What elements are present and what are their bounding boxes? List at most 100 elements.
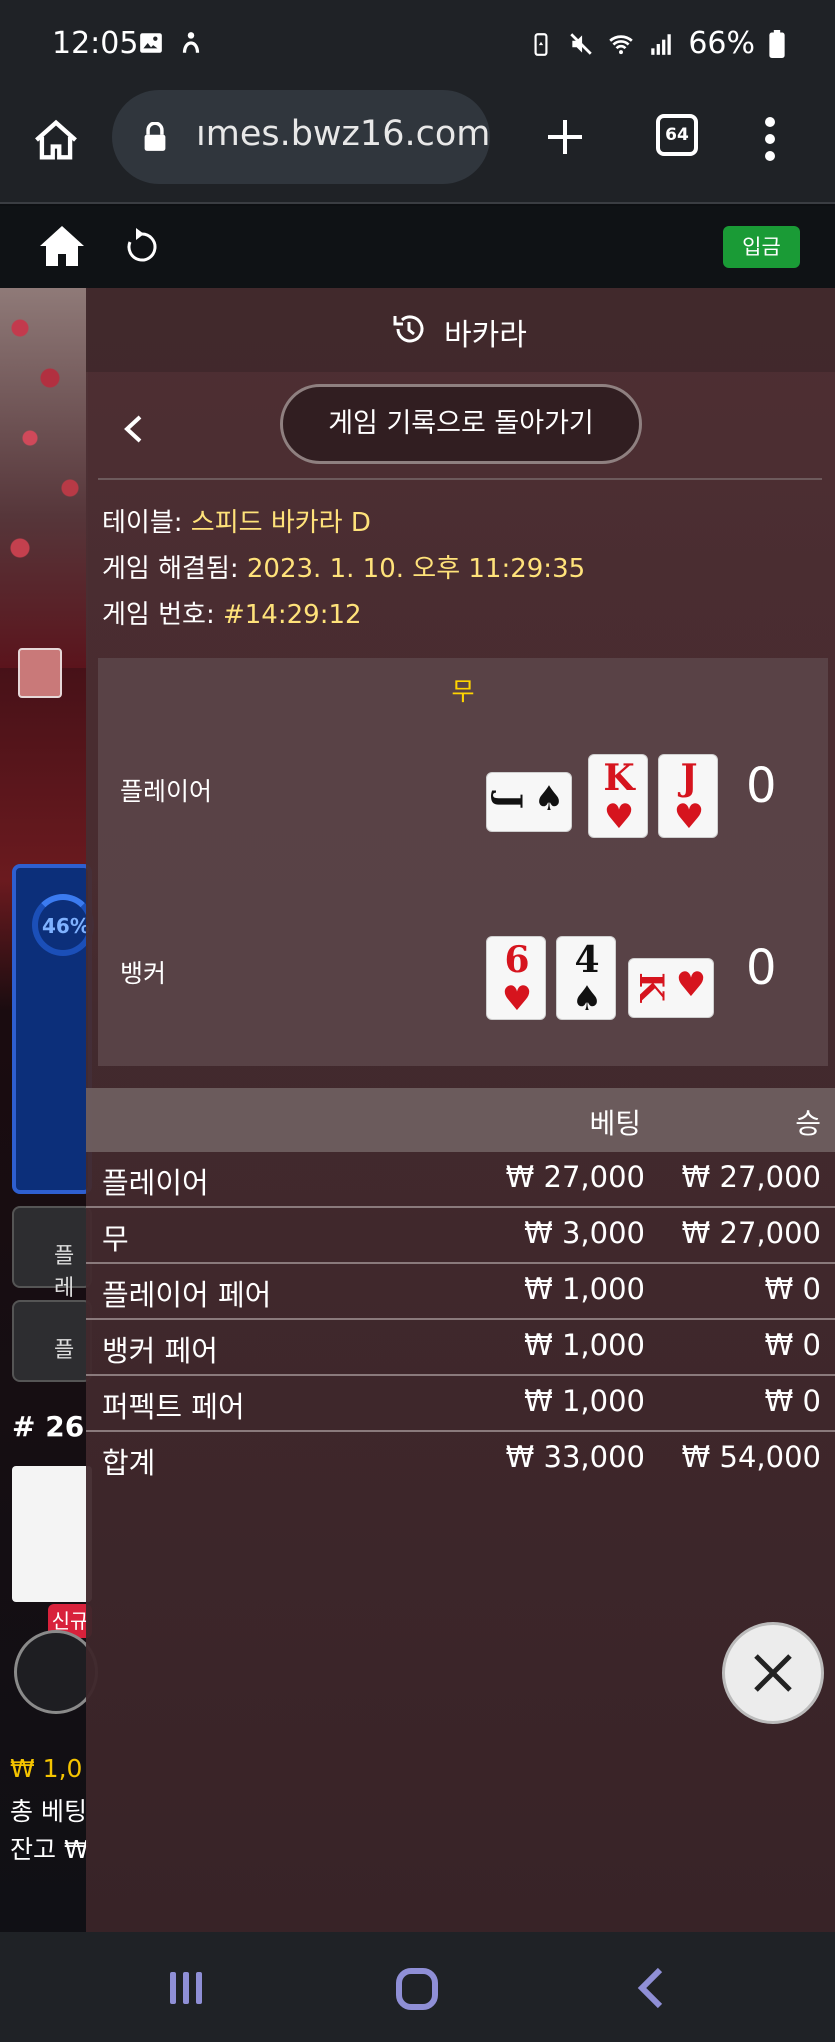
bet-row: 무 ₩ 3,000 ₩ 27,000 xyxy=(86,1208,835,1264)
bet-amount: ₩ 1,000 xyxy=(524,1272,645,1306)
bet-amount: ₩ 1,000 xyxy=(524,1384,645,1418)
browser-home-icon[interactable] xyxy=(30,114,82,166)
game-number-label: 게임 번호: xyxy=(102,600,215,630)
history-icon xyxy=(393,315,424,343)
card-suit: ♠ xyxy=(533,779,565,819)
bet-amount: ₩ 1,000 xyxy=(524,1328,645,1362)
game-history-panel: 바카라 게임 기록으로 돌아가기 테이블: 스피드 바카라 D 게임 해결됨: … xyxy=(86,288,835,1932)
card-suit: ♥ xyxy=(603,797,635,837)
browser-toolbar: ımes.bwz16.com 64 xyxy=(0,90,835,204)
bg-balance: ₩ 1,0 xyxy=(10,1754,83,1783)
bet-row: 뱅커 페어 ₩ 1,000 ₩ 0 xyxy=(86,1320,835,1376)
bet-amount: ₩ 3,000 xyxy=(524,1216,645,1250)
back-to-history-button[interactable]: 게임 기록으로 돌아가기 xyxy=(280,384,642,464)
playing-card: K ♥ xyxy=(628,958,714,1018)
chevron-left-icon[interactable] xyxy=(122,414,144,444)
bg-cash: 잔고 ₩ xyxy=(10,1835,89,1864)
banker-score: 0 xyxy=(746,940,777,996)
bet-name: 플레이어 페어 xyxy=(102,1278,272,1312)
resolved-label: 게임 해결됨: xyxy=(102,554,239,584)
new-tab-icon[interactable] xyxy=(540,112,590,162)
bet-row: 퍼펙트 페어 ₩ 1,000 ₩ 0 xyxy=(86,1376,835,1432)
divider xyxy=(98,478,822,480)
win-amount: ₩ 0 xyxy=(764,1384,821,1418)
bet-table-header: 베팅 승 xyxy=(86,1088,835,1152)
url-text: ımes.bwz16.com xyxy=(196,114,491,154)
card-suit: ♥ xyxy=(675,965,707,1005)
system-nav-bar xyxy=(0,1932,835,2042)
deposit-button[interactable]: 입금 xyxy=(723,226,800,268)
road-map xyxy=(12,1466,92,1602)
card-suit: ♥ xyxy=(501,979,533,1019)
bet-name: 퍼펙트 페어 xyxy=(102,1390,245,1424)
card-rank: K xyxy=(603,757,635,799)
round-number: # 26 xyxy=(12,1410,85,1443)
playing-card: J ♠ xyxy=(486,772,572,832)
resolved-value: 2023. 1. 10. 오후 11:29:35 xyxy=(246,554,586,584)
bet-name: 플레이어 xyxy=(102,1166,209,1200)
bg-bet-button-2[interactable]: 플 xyxy=(12,1300,92,1382)
mute-icon xyxy=(570,32,593,55)
win-amount: ₩ 27,000 xyxy=(681,1216,821,1250)
status-time: 12:05 xyxy=(52,26,139,61)
bg-bet-button-1[interactable]: 플레 xyxy=(12,1206,92,1301)
bet-name: 무 xyxy=(102,1222,129,1256)
win-amount: ₩ 0 xyxy=(764,1328,821,1362)
win-amount: ₩ 0 xyxy=(764,1272,821,1306)
playing-card: 6 ♥ xyxy=(486,936,546,1020)
signal-icon xyxy=(651,33,672,55)
casino-topbar: 입금 xyxy=(0,206,835,288)
address-bar[interactable]: ımes.bwz16.com xyxy=(112,90,490,184)
card-shoe xyxy=(18,648,62,698)
lock-icon xyxy=(144,122,166,151)
tab-switcher-button[interactable]: 64 xyxy=(656,114,698,156)
casino-home-icon[interactable] xyxy=(38,224,86,268)
game-number-value: #14:29:12 xyxy=(222,600,362,630)
game-number-info: 게임 번호: #14:29:12 xyxy=(102,594,362,631)
bet-name: 뱅커 페어 xyxy=(102,1334,218,1368)
close-button[interactable] xyxy=(722,1622,824,1724)
panel-header: 바카라 xyxy=(86,288,835,372)
reload-icon[interactable] xyxy=(124,226,160,266)
card-suit: ♥ xyxy=(673,797,705,837)
image-icon xyxy=(140,33,162,53)
bet-row: 플레이어 ₩ 27,000 ₩ 27,000 xyxy=(86,1152,835,1208)
result-label: 무 xyxy=(451,677,475,706)
total-win-amount: ₩ 54,000 xyxy=(681,1440,821,1474)
table-info: 테이블: 스피드 바카라 D xyxy=(102,502,371,539)
battery-percent: 66% xyxy=(688,26,755,61)
status-right: 66% xyxy=(528,26,785,61)
table-label: 테이블: xyxy=(102,508,183,538)
win-amount: ₩ 27,000 xyxy=(681,1160,821,1194)
more-menu-icon[interactable] xyxy=(762,114,778,164)
resolved-info: 게임 해결됨: 2023. 1. 10. 오후 11:29:35 xyxy=(102,548,585,585)
bg-total-bet: 총 베팅 xyxy=(10,1797,87,1826)
result-box: 무 플레이어 J ♠ K ♥ J ♥ 0 뱅커 6 ♥ 4 ♠ K ♥ 0 xyxy=(98,658,828,1066)
player-bet-spot[interactable]: 46% xyxy=(12,864,94,1194)
card-rank: J xyxy=(489,792,529,810)
close-icon xyxy=(754,1654,792,1692)
accessibility-icon xyxy=(182,32,200,53)
battery-saver-icon xyxy=(534,32,548,56)
total-label: 합계 xyxy=(102,1446,156,1480)
player-hand-label: 플레이어 xyxy=(120,777,213,806)
playing-card: J ♥ xyxy=(658,754,718,838)
table-value: 스피드 바카라 D xyxy=(190,508,371,538)
bet-amount: ₩ 27,000 xyxy=(505,1160,645,1194)
card-rank: K xyxy=(631,972,671,1002)
card-rank: 6 xyxy=(504,939,530,981)
card-rank: 4 xyxy=(574,939,600,981)
back-nav-icon[interactable] xyxy=(636,1966,666,2010)
blossom-decoration xyxy=(0,288,88,668)
player-score: 0 xyxy=(746,758,777,814)
status-notification-icons xyxy=(138,30,204,56)
playing-card: 4 ♠ xyxy=(556,936,616,1020)
card-suit: ♠ xyxy=(571,979,603,1019)
percent-text: 46% xyxy=(42,914,90,938)
home-nav-icon[interactable] xyxy=(394,1966,440,2012)
recent-apps-icon[interactable] xyxy=(166,1968,206,2008)
bet-total-row: 합계 ₩ 33,000 ₩ 54,000 xyxy=(86,1432,835,1488)
banker-hand-label: 뱅커 xyxy=(120,959,167,988)
header-win: 승 xyxy=(795,1107,821,1140)
playing-card: K ♥ xyxy=(588,754,648,838)
